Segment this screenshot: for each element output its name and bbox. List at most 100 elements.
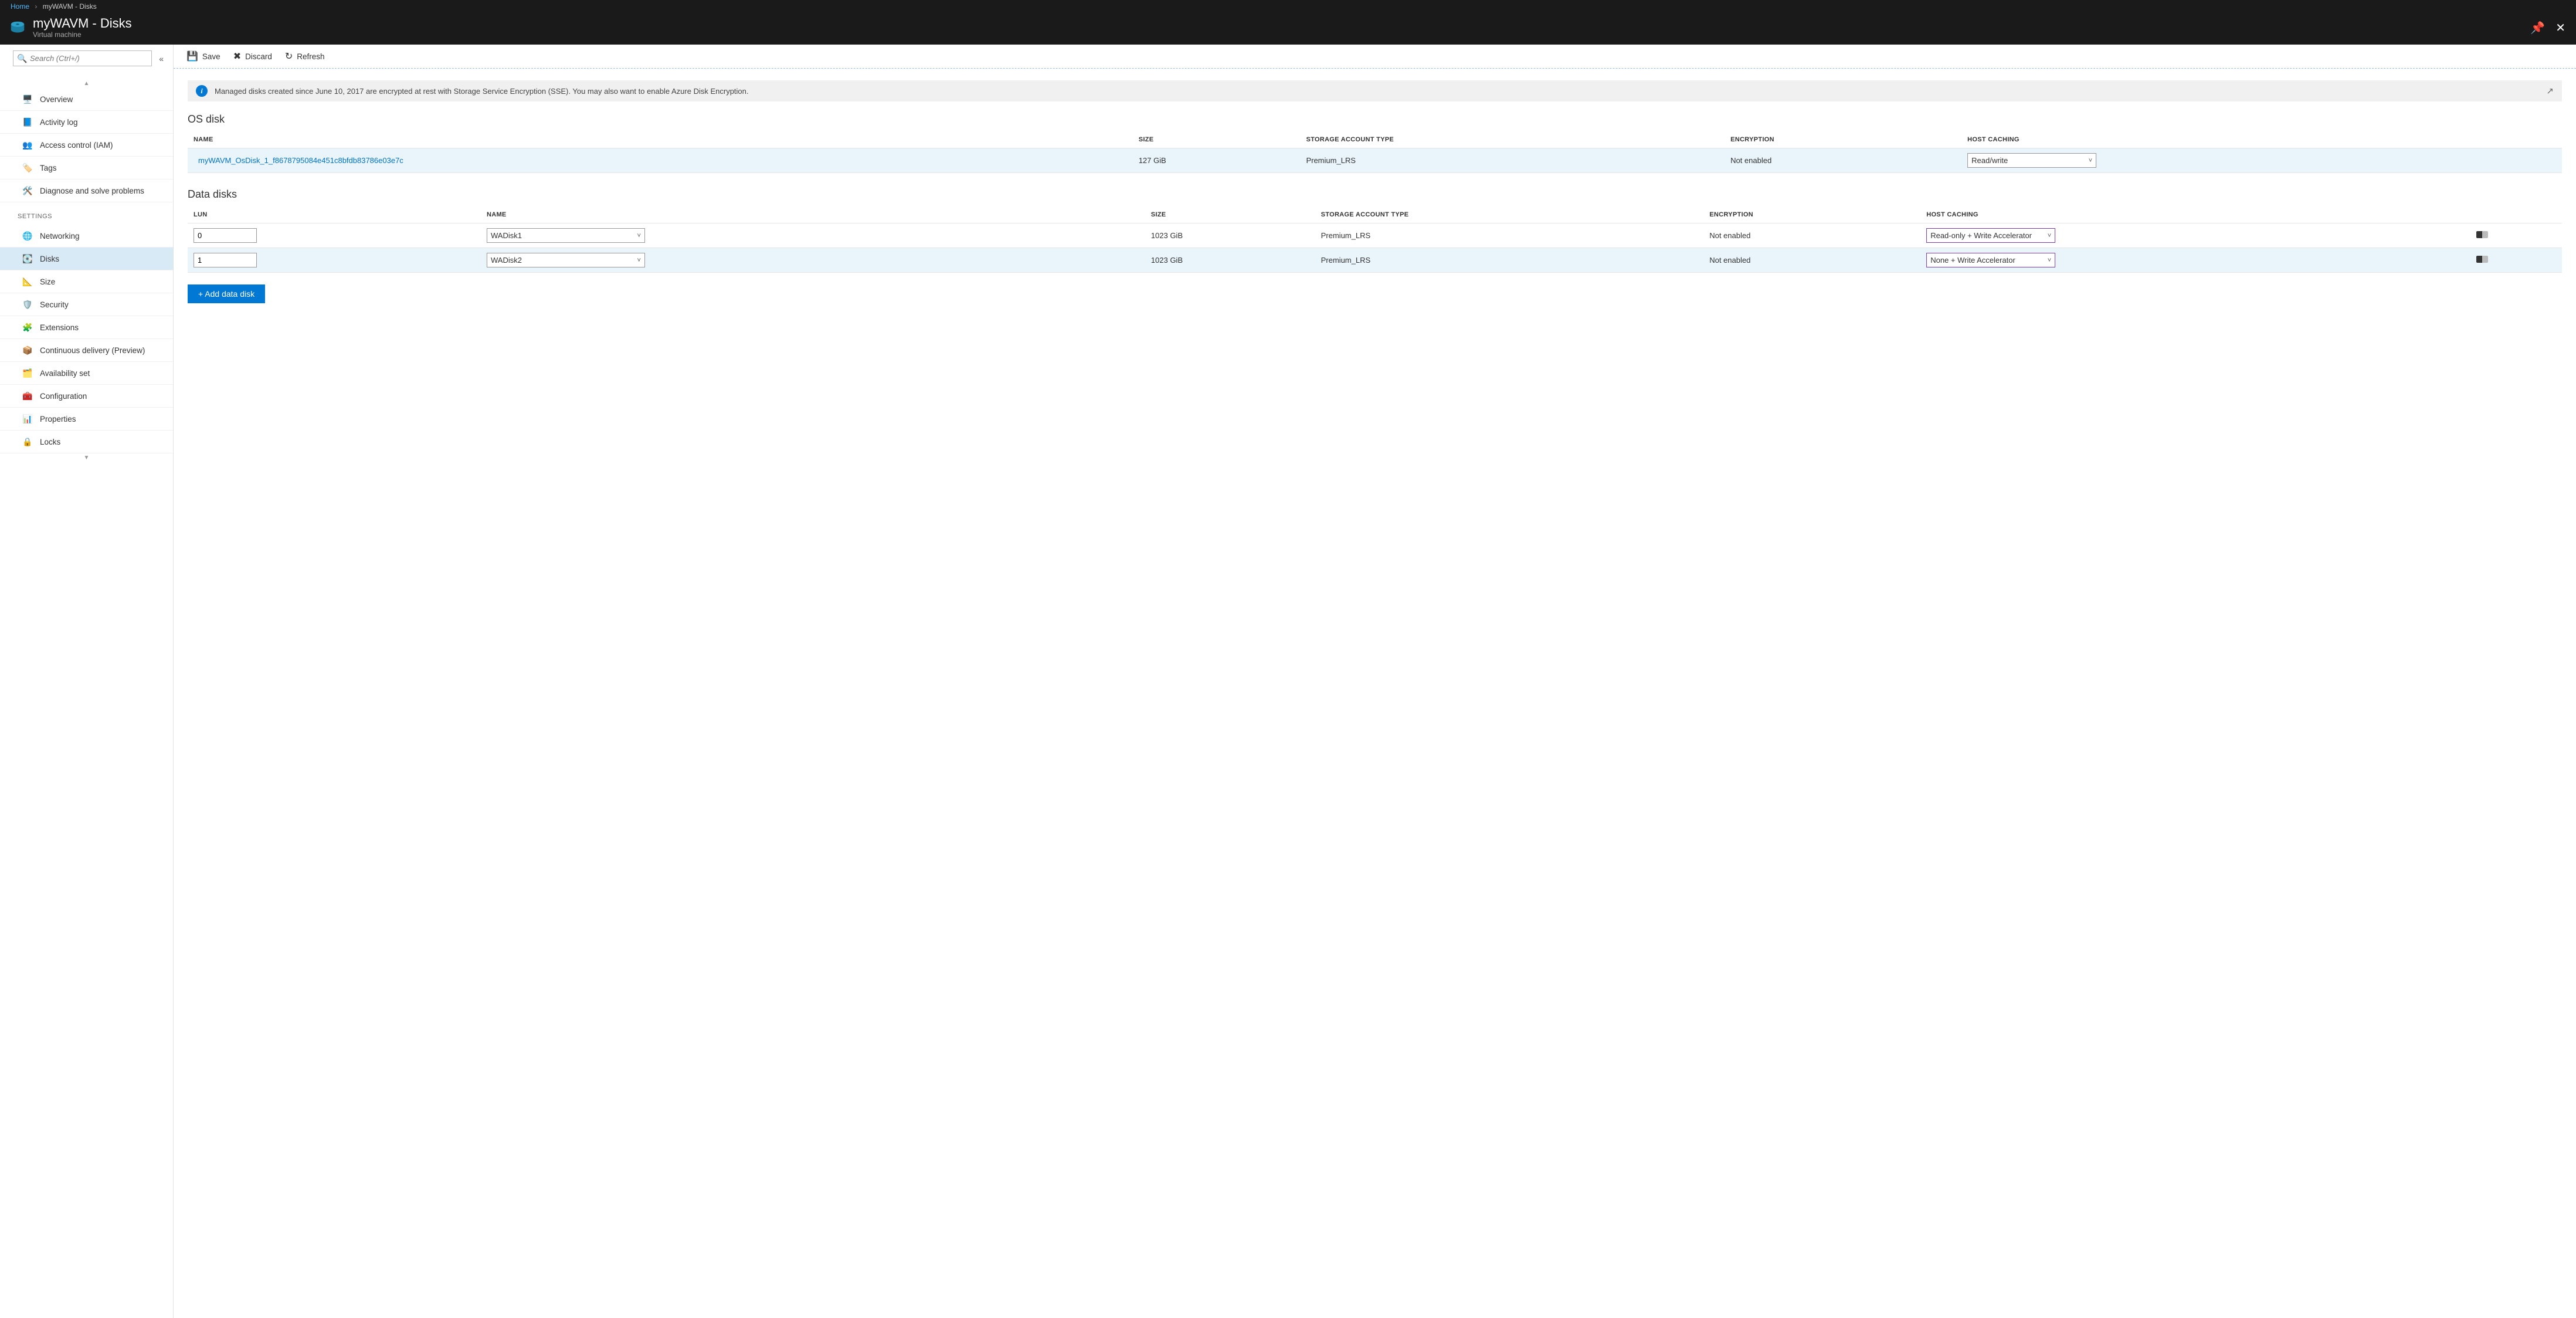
wrench-icon: 🛠️ <box>22 185 33 196</box>
os-disk-storage: Premium_LRS <box>1300 148 1725 173</box>
col-caching: HOST CACHING <box>1961 131 2562 148</box>
sidebar-item-label: Diagnose and solve problems <box>40 187 144 195</box>
disk-storage: Premium_LRS <box>1315 223 1704 248</box>
sidebar-item-label: Extensions <box>40 323 79 332</box>
col-storage: STORAGE ACCOUNT TYPE <box>1300 131 1725 148</box>
sidebar-item-security[interactable]: 🛡️ Security <box>0 293 173 316</box>
disk-encryption: Not enabled <box>1703 248 1920 273</box>
os-disk-table: NAME SIZE STORAGE ACCOUNT TYPE ENCRYPTIO… <box>188 131 2562 173</box>
sidebar-item-continuous-delivery-preview-[interactable]: 📦 Continuous delivery (Preview) <box>0 339 173 362</box>
monitor-icon: 🖥️ <box>22 94 33 104</box>
sidebar-item-networking[interactable]: 🌐Networking <box>0 225 173 248</box>
sidebar-item-locks[interactable]: 🔒 Locks <box>0 431 173 453</box>
sidebar: 🔍 « ▲ 🖥️Overview📘Activity log 👥 Access con… <box>0 45 174 1318</box>
disk-storage: Premium_LRS <box>1315 248 1704 273</box>
search-icon: 🔍 <box>17 53 27 63</box>
sidebar-item-configuration[interactable]: 🧰Configuration <box>0 385 173 408</box>
write-accelerator-toggle[interactable] <box>2476 231 2488 238</box>
size-icon: 📐 <box>22 276 33 287</box>
sidebar-item-label: Security <box>40 300 69 309</box>
sidebar-item-availability-set[interactable]: 🗂️Availability set <box>0 362 173 385</box>
host-caching-select[interactable]: None + Write Accelerator˅ <box>1926 253 2055 267</box>
title-bar: myWAVM - Disks Virtual machine 📌 ✕ <box>0 13 2576 45</box>
save-button[interactable]: 💾Save <box>186 50 220 62</box>
search-input[interactable] <box>13 50 152 66</box>
os-disk-caching-select[interactable]: Read/write˅ <box>1967 153 2096 168</box>
save-icon: 💾 <box>186 50 198 62</box>
ext-icon: 🧩 <box>22 322 33 333</box>
sidebar-item-tags[interactable]: 🏷️Tags <box>0 157 173 179</box>
page-subtitle: Virtual machine <box>33 31 132 39</box>
sidebar-item-disks[interactable]: 💽Disks <box>0 248 173 270</box>
disk-encryption: Not enabled <box>1703 223 1920 248</box>
data-disks-table: LUN NAME SIZE STORAGE ACCOUNT TYPE ENCRY… <box>188 206 2562 273</box>
sidebar-item-activity-log[interactable]: 📘Activity log <box>0 111 173 134</box>
sidebar-item-diagnose-and-solve-problems[interactable]: 🛠️ Diagnose and solve problems <box>0 179 173 202</box>
disk-name-select[interactable]: WADisk1˅ <box>487 228 645 243</box>
add-data-disk-button[interactable]: + Add data disk <box>188 284 265 303</box>
discard-icon: ✖ <box>233 50 241 62</box>
page-title: myWAVM - Disks <box>33 16 132 31</box>
col-size: SIZE <box>1133 131 1301 148</box>
chevron-down-icon: ˅ <box>637 257 641 264</box>
sidebar-item-properties[interactable]: 📊Properties <box>0 408 173 431</box>
os-disk-size: 127 GiB <box>1133 148 1301 173</box>
os-disk-encryption: Not enabled <box>1725 148 1961 173</box>
os-disk-row: myWAVM_OsDisk_1_f8678795084e451c8bfdb837… <box>188 148 2562 173</box>
sidebar-item-label: Activity log <box>40 118 78 127</box>
sidebar-item-label: Tags <box>40 164 57 172</box>
open-external-icon[interactable]: ↗ <box>2546 86 2554 96</box>
data-disks-heading: Data disks <box>188 188 2562 201</box>
col-lun: LUN <box>188 206 481 223</box>
iam-icon: 👥 <box>22 140 33 150</box>
banner-message: Managed disks created since June 10, 201… <box>215 87 2539 96</box>
data-disk-row: WADisk1˅ 1023 GiBPremium_LRSNot enabled Re… <box>188 223 2562 248</box>
col-dd-name: NAME <box>481 206 1145 223</box>
breadcrumb-home[interactable]: Home <box>11 2 29 11</box>
col-dd-caching: HOST CACHING <box>1920 206 2470 223</box>
discard-button[interactable]: ✖Discard <box>233 50 272 62</box>
sidebar-item-size[interactable]: 📐 Size <box>0 270 173 293</box>
col-dd-size: SIZE <box>1145 206 1315 223</box>
lun-input[interactable] <box>194 228 257 243</box>
breadcrumb-current: myWAVM - Disks <box>43 2 97 11</box>
collapse-sidebar-icon[interactable]: « <box>157 52 166 66</box>
sidebar-item-label: Continuous delivery (Preview) <box>40 346 145 355</box>
data-disk-row: WADisk2˅ 1023 GiBPremium_LRSNot enabled No… <box>188 248 2562 273</box>
sidebar-item-access-control-iam-[interactable]: 👥 Access control (IAM) <box>0 134 173 157</box>
os-disk-name-link[interactable]: myWAVM_OsDisk_1_f8678795084e451c8bfdb837… <box>198 156 403 165</box>
close-icon[interactable]: ✕ <box>2555 21 2565 35</box>
chevron-down-icon: ˅ <box>2089 157 2092 164</box>
sidebar-item-extensions[interactable]: 🧩 Extensions <box>0 316 173 339</box>
disk-name-select[interactable]: WADisk2˅ <box>487 253 645 267</box>
refresh-button[interactable]: ↻Refresh <box>285 50 325 62</box>
os-disk-heading: OS disk <box>188 113 2562 126</box>
scroll-up-icon[interactable]: ▲ <box>0 79 173 88</box>
disk-size: 1023 GiB <box>1145 248 1315 273</box>
disk-size: 1023 GiB <box>1145 223 1315 248</box>
chevron-down-icon: ˅ <box>2048 232 2051 239</box>
scroll-down-icon[interactable]: ▼ <box>0 453 173 462</box>
host-caching-select[interactable]: Read-only + Write Accelerator˅ <box>1926 228 2055 243</box>
sidebar-item-label: Availability set <box>40 369 90 378</box>
sidebar-item-overview[interactable]: 🖥️Overview <box>0 88 173 111</box>
lun-input[interactable] <box>194 253 257 267</box>
write-accelerator-toggle[interactable] <box>2476 256 2488 263</box>
sidebar-item-label: Properties <box>40 415 76 423</box>
breadcrumb: Home › myWAVM - Disks <box>0 0 2576 13</box>
cd-icon: 📦 <box>22 345 33 355</box>
pin-icon[interactable]: 📌 <box>2530 21 2545 35</box>
sidebar-item-label: Locks <box>40 438 60 446</box>
info-banner: i Managed disks created since June 10, 2… <box>188 80 2562 101</box>
breadcrumb-separator: › <box>35 2 37 11</box>
shield-icon: 🛡️ <box>22 299 33 310</box>
sidebar-item-label: Access control (IAM) <box>40 141 113 150</box>
sidebar-item-label: Size <box>40 277 55 286</box>
col-dd-encryption: ENCRYPTION <box>1703 206 1920 223</box>
disks-icon <box>8 18 27 37</box>
config-icon: 🧰 <box>22 391 33 401</box>
sidebar-item-label: Disks <box>40 255 59 263</box>
lock-icon: 🔒 <box>22 436 33 447</box>
col-name: NAME <box>188 131 1133 148</box>
chevron-down-icon: ˅ <box>637 232 641 239</box>
